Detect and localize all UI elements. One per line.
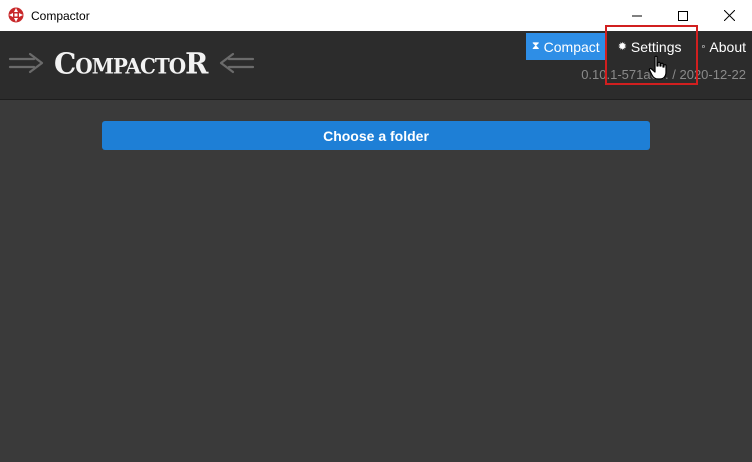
main-content: Choose a folder [0, 100, 752, 462]
compactor-logo-icon [8, 7, 24, 23]
minimize-button[interactable] [614, 0, 660, 31]
choose-folder-button[interactable]: Choose a folder [102, 121, 650, 150]
hourglass-icon: ⧗ [531, 40, 540, 52]
hand-cursor-icon [648, 55, 667, 80]
main-nav: ⧗ Compact ✹ Settings ◦ About [525, 33, 752, 60]
window-title: Compactor [31, 9, 90, 23]
close-icon [723, 10, 735, 21]
app-header: CompactoR ⧗ Compact ✹ Settings ◦ About 0… [0, 31, 752, 100]
info-icon: ◦ [701, 40, 706, 53]
logo-text: CompactoR [54, 45, 208, 81]
maximize-button[interactable] [660, 0, 706, 31]
maximize-icon [678, 10, 688, 21]
tab-compact[interactable]: ⧗ Compact [525, 33, 606, 60]
tab-compact-label: Compact [543, 38, 600, 55]
tab-about-label: About [709, 38, 746, 55]
title-bar: Compactor [0, 0, 752, 31]
arrow-right-icon [8, 52, 44, 74]
logo: CompactoR [8, 43, 255, 83]
tab-about[interactable]: ◦ About [696, 33, 752, 60]
arrow-left-icon [220, 52, 255, 74]
gear-icon: ✹ [617, 41, 627, 53]
minimize-icon [632, 15, 642, 16]
app-window: Compactor CompactoR ⧗ Compact ✹ Settings… [0, 0, 752, 462]
close-button[interactable] [706, 0, 752, 31]
tab-settings-label: Settings [630, 38, 682, 55]
